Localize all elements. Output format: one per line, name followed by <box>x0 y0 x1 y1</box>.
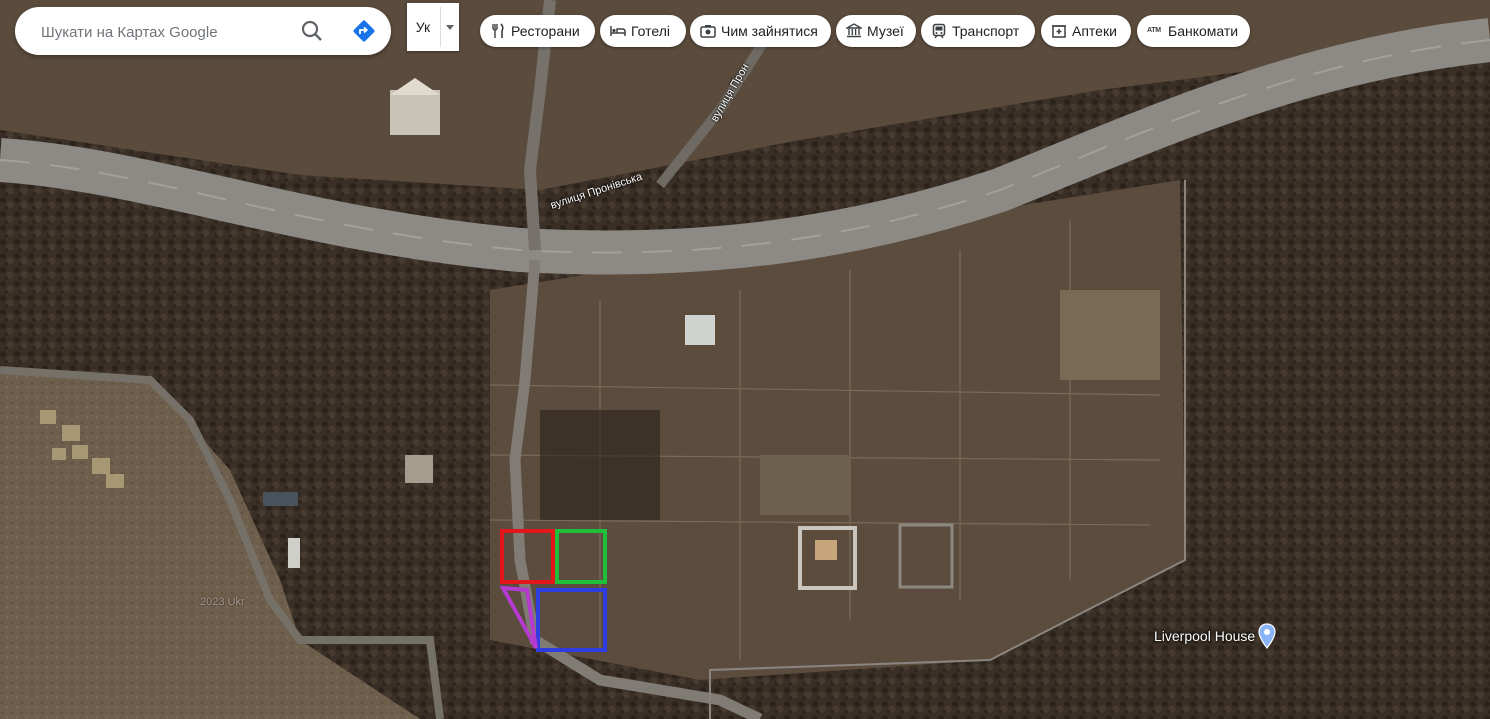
train-icon <box>932 23 946 39</box>
satellite-map[interactable] <box>0 0 1490 719</box>
search-icon <box>301 20 322 41</box>
chip-atms[interactable]: ATM Банкомати <box>1137 15 1250 47</box>
search-box[interactable] <box>15 7 391 57</box>
chip-transit[interactable]: Транспорт <box>921 15 1035 47</box>
atm-icon: ATM <box>1147 27 1161 34</box>
building <box>405 455 433 483</box>
caret-down-icon <box>446 25 454 30</box>
search-button[interactable] <box>296 15 328 47</box>
building <box>263 492 298 506</box>
chip-hotels[interactable]: Готелі <box>600 15 686 47</box>
search-input[interactable] <box>39 7 303 57</box>
chip-things-to-do[interactable]: Чим зайнятися <box>690 15 831 47</box>
building <box>288 538 300 568</box>
chip-restaurants-label: Ресторани <box>511 23 580 39</box>
directions-button[interactable] <box>348 15 380 47</box>
building <box>815 540 837 560</box>
pharmacy-icon <box>1052 25 1066 38</box>
chip-pharmacies-label: Аптеки <box>1072 23 1117 39</box>
layer-dropdown-button[interactable] <box>441 3 459 51</box>
bright-plot <box>1060 290 1160 380</box>
bed-icon <box>610 26 626 36</box>
chip-hotels-label: Готелі <box>631 23 670 39</box>
fork-knife-icon <box>492 23 504 38</box>
camera-icon <box>700 25 716 38</box>
building <box>685 315 715 345</box>
place-label[interactable]: Liverpool House <box>1154 628 1255 644</box>
chip-transit-label: Транспорт <box>952 23 1020 39</box>
layer-toggle[interactable]: Ук <box>407 3 459 51</box>
museum-icon <box>846 23 862 38</box>
chip-restaurants[interactable]: Ресторани <box>480 15 595 47</box>
map-watermark: 2023 Ukr <box>200 596 245 608</box>
chip-atms-label: Банкомати <box>1168 23 1239 39</box>
chip-pharmacies[interactable]: Аптеки <box>1041 15 1131 47</box>
place-pin-icon[interactable] <box>1258 623 1276 649</box>
bright-plot <box>760 455 850 515</box>
chip-things-to-do-label: Чим зайнятися <box>721 23 818 39</box>
chip-museums[interactable]: Музеї <box>836 15 916 47</box>
chip-museums-label: Музеї <box>867 23 904 39</box>
dark-shadow <box>540 410 660 520</box>
directions-icon <box>353 20 375 42</box>
layer-toggle-label: Ук <box>415 19 431 35</box>
